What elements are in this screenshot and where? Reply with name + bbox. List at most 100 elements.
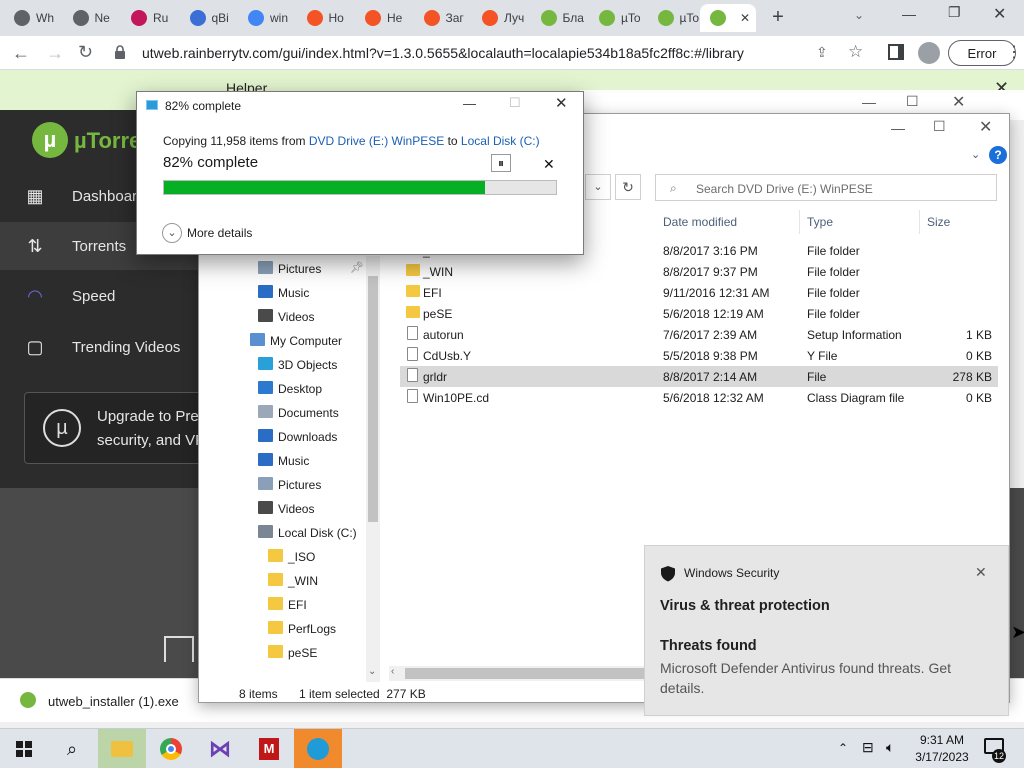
back-maximize-icon[interactable]: ☐ (906, 93, 919, 110)
menu-icon[interactable]: ⋮ (1006, 42, 1022, 62)
more-details-link[interactable]: More details (187, 226, 252, 240)
browser-tab[interactable]: Луч (472, 4, 528, 32)
expand-details-icon[interactable]: ⌄ (162, 223, 182, 243)
download-item[interactable]: utweb_installer (1).exe (48, 694, 179, 709)
browser-tab[interactable]: win (238, 4, 294, 32)
address-bar[interactable]: utweb.rainberrytv.com/gui/index.html?v=1… (142, 40, 912, 66)
pause-button[interactable]: ⏸ (491, 154, 511, 172)
dialog-close-icon[interactable]: ✕ (555, 94, 568, 112)
explorer-maximize-icon[interactable]: ☐ (933, 118, 946, 135)
help-icon[interactable]: ? (989, 146, 1007, 164)
tree-item[interactable]: _ISO (266, 545, 364, 569)
browser-tab[interactable]: Бла (531, 4, 587, 32)
path-dropdown-icon[interactable]: ⌄ (585, 174, 611, 200)
back-icon[interactable]: ← (12, 43, 30, 64)
tree-item[interactable]: Pictures 📌︎ (256, 257, 364, 281)
visual-studio-taskbar-icon[interactable]: ⋈ (196, 729, 244, 768)
network-icon[interactable]: ⊟ (862, 739, 874, 756)
tree-item[interactable]: _WIN (266, 569, 364, 593)
back-close-icon[interactable]: ✕ (952, 92, 965, 112)
edge-taskbar-icon[interactable] (294, 729, 342, 768)
browser-tab[interactable]: Ho (297, 4, 353, 32)
refresh-icon[interactable]: ↻ (615, 174, 641, 200)
bookmark-star-icon[interactable]: ☆ (848, 42, 863, 62)
minimize-icon[interactable]: — (902, 6, 918, 22)
tray-chevron-icon[interactable]: ⌃ (838, 741, 848, 755)
file-row[interactable]: grldr 8/8/2017 2:14 AM File 278 KB (400, 366, 998, 387)
dialog-minimize-icon[interactable]: — (463, 96, 476, 111)
tree-item[interactable]: Documents (256, 401, 364, 425)
tree-item[interactable]: Pictures (256, 473, 364, 497)
browser-tab[interactable]: Ru (121, 4, 177, 32)
nav-scrollbar[interactable]: ⌄ (366, 256, 380, 682)
copy-destination-link[interactable]: Local Disk (C:) (461, 134, 540, 148)
back-minimize-icon[interactable]: — (862, 94, 876, 110)
tree-item[interactable]: Music (256, 449, 364, 473)
folder-icon (406, 306, 420, 318)
reload-icon[interactable]: ↻ (78, 42, 93, 63)
tree-item[interactable]: Music (256, 281, 364, 305)
file-row[interactable]: peSE 5/6/2018 12:19 AM File folder (400, 303, 998, 324)
column-type[interactable]: Type (807, 215, 833, 229)
column-size[interactable]: Size (927, 215, 950, 229)
cancel-copy-button[interactable]: ✕ (543, 156, 555, 173)
column-date[interactable]: Date modified (663, 215, 737, 229)
browser-tab[interactable]: µTo (589, 4, 645, 32)
tree-item[interactable]: peSE (266, 641, 364, 665)
tree-item[interactable]: Local Disk (C:) (256, 521, 364, 545)
security-notification[interactable]: Windows Security ✕ Virus & threat protec… (644, 545, 1009, 716)
explorer-minimize-icon[interactable]: — (891, 120, 905, 136)
start-button[interactable] (0, 729, 48, 768)
tree-item[interactable]: 3D Objects (256, 353, 364, 377)
browser-tab[interactable]: Ne (63, 4, 119, 32)
nav-scrollbar-thumb[interactable] (368, 276, 378, 522)
file-row[interactable]: autorun 7/6/2017 2:39 AM Setup Information… (400, 324, 998, 345)
tree-item[interactable]: Videos (256, 305, 364, 329)
tree-item[interactable]: My Computer (248, 329, 364, 353)
tree-item[interactable]: PerfLogs (266, 617, 364, 641)
close-window-icon[interactable]: ✕ (993, 4, 1009, 23)
search-input[interactable]: ⌕ Search DVD Drive (E:) WinPESE (655, 174, 997, 201)
search-taskbar-icon[interactable]: ⌕ (48, 729, 96, 768)
browser-tab[interactable]: qBi (180, 4, 236, 32)
new-tab-button[interactable]: + (766, 6, 790, 30)
lock-icon[interactable] (114, 45, 126, 59)
browser-tab[interactable]: µTo (648, 4, 704, 32)
browser-tab[interactable]: Wh (4, 4, 60, 32)
file-row[interactable]: _WIN 8/8/2017 9:37 PM File folder (400, 261, 998, 282)
restore-icon[interactable]: ❐ (948, 4, 964, 20)
explorer-close-icon[interactable]: ✕ (979, 117, 992, 137)
upgrade-banner[interactable]: µ Upgrade to Pre security, and VF (24, 392, 224, 464)
ribbon-expand-icon[interactable]: ⌄ (971, 148, 980, 161)
side-panel-icon[interactable] (888, 44, 904, 60)
browser-tab[interactable]: Заг (414, 4, 470, 32)
tree-item[interactable]: Videos (256, 497, 364, 521)
nav-scroll-down-icon[interactable]: ⌄ (368, 666, 376, 677)
pin-icon[interactable]: 📌︎ (350, 261, 364, 274)
nav-trending-videos[interactable]: ▢ Trending Videos (0, 323, 200, 371)
tab-close-icon[interactable]: ✕ (740, 11, 750, 25)
browser-tab-active[interactable]: ✕ (700, 4, 756, 32)
chrome-taskbar-icon[interactable] (147, 729, 195, 768)
nav-speed[interactable]: ◠ Speed (0, 272, 200, 320)
profile-avatar-icon[interactable] (918, 42, 940, 64)
mcafee-taskbar-icon[interactable]: M (245, 729, 293, 768)
file-row[interactable]: Win10PE.cd 5/6/2018 12:32 AM Class Diagram… (400, 387, 998, 408)
clock-date[interactable]: 3/17/2023 (912, 750, 972, 764)
file-row[interactable]: EFI 9/11/2016 12:31 AM File folder (400, 282, 998, 303)
volume-icon[interactable]: 🔈︎ (886, 739, 894, 756)
clock-time[interactable]: 9:31 AM (912, 733, 972, 747)
browser-tab[interactable]: Не (355, 4, 411, 32)
file-explorer-taskbar-icon[interactable] (98, 729, 146, 768)
tree-item[interactable]: Downloads (256, 425, 364, 449)
file-row[interactable]: CdUsb.Y 5/5/2018 9:38 PM Y File 0 KB (400, 345, 998, 366)
tree-item[interactable]: Desktop (256, 377, 364, 401)
copy-source-link[interactable]: DVD Drive (E:) WinPESE (309, 134, 444, 148)
tree-item[interactable]: EFI (266, 593, 364, 617)
nav-torrents-label: Torrents (72, 237, 127, 255)
h-scroll-left-icon[interactable]: ‹ (391, 666, 394, 677)
toast-close-icon[interactable]: ✕ (975, 564, 987, 581)
share-icon[interactable]: ⇪ (816, 44, 828, 61)
forward-icon[interactable]: → (46, 43, 64, 64)
tab-search-icon[interactable]: ⌄ (854, 8, 870, 24)
